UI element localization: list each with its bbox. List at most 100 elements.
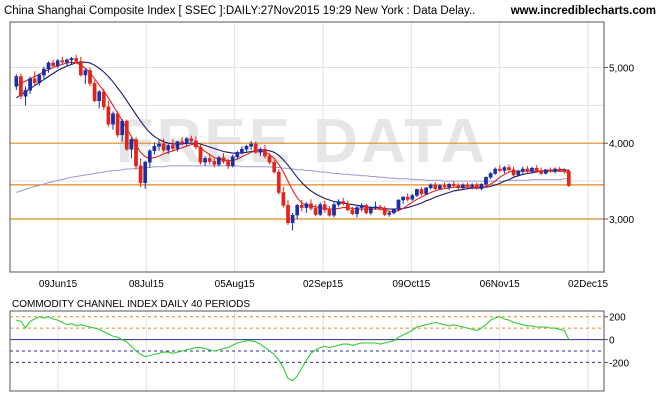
candle-body-up bbox=[336, 201, 341, 205]
candle-body-down bbox=[226, 161, 230, 167]
candle-body-down bbox=[534, 167, 539, 171]
candle-body-down bbox=[350, 209, 355, 214]
date-tick-label: 09Jun15 bbox=[39, 279, 78, 290]
candle-body-down bbox=[19, 76, 23, 97]
candle-body-up bbox=[143, 161, 148, 183]
candle-body-down bbox=[161, 143, 166, 151]
candle-body-up bbox=[502, 167, 507, 171]
candle-body-up bbox=[520, 168, 525, 172]
candle-body-down bbox=[378, 206, 382, 209]
price-tick-label: 5,000 bbox=[609, 63, 634, 74]
candle-body-up bbox=[157, 143, 161, 147]
candle-body-up bbox=[97, 91, 102, 102]
date-tick-label: 02Sep15 bbox=[303, 279, 343, 290]
candle-body-down bbox=[557, 168, 562, 171]
candle-body-up bbox=[396, 199, 401, 210]
date-tick-label: 06Nov15 bbox=[480, 279, 520, 290]
candle-body-up bbox=[543, 169, 548, 174]
candle-body-up bbox=[65, 59, 69, 63]
candle-body-down bbox=[263, 149, 267, 157]
price-tick-label: 4,000 bbox=[609, 139, 634, 150]
price-tick-label: 3,000 bbox=[609, 215, 634, 226]
candle-body-up bbox=[424, 187, 428, 195]
candle-body-up bbox=[42, 68, 46, 76]
date-tick-label: 05Aug15 bbox=[215, 279, 255, 290]
candle-body-down bbox=[32, 78, 37, 83]
candle-body-up bbox=[55, 60, 60, 67]
candle-body-down bbox=[497, 168, 502, 171]
candle-body-down bbox=[253, 143, 258, 153]
candle-body-up bbox=[46, 62, 51, 70]
candle-body-down bbox=[267, 155, 272, 163]
candle-body-up bbox=[484, 177, 488, 185]
candle-body-down bbox=[364, 205, 369, 214]
candle-body-up bbox=[249, 143, 253, 147]
candle-body-down bbox=[212, 161, 217, 165]
candle-body-down bbox=[451, 183, 456, 186]
candle-body-up bbox=[111, 113, 115, 125]
candle-body-up bbox=[290, 214, 295, 224]
candle-body-down bbox=[78, 61, 83, 76]
candle-body-down bbox=[92, 83, 97, 102]
candle-body-up bbox=[530, 167, 534, 172]
candle-body-down bbox=[456, 185, 461, 189]
chart-title: China Shanghai Composite Index [ SSEC ]:… bbox=[4, 5, 475, 17]
candle-body-down bbox=[327, 209, 332, 216]
candle-body-down bbox=[194, 140, 198, 148]
candle-body-up bbox=[359, 205, 364, 208]
candle-body-up bbox=[235, 152, 240, 158]
candle-body-down bbox=[341, 201, 346, 205]
candle-body-up bbox=[240, 149, 244, 153]
candle-body-up bbox=[295, 205, 300, 216]
candle-body-down bbox=[286, 205, 290, 223]
candle-body-up bbox=[166, 145, 171, 151]
candle-body-down bbox=[101, 91, 106, 108]
candle-body-up bbox=[152, 145, 157, 151]
candle-body-down bbox=[345, 203, 350, 211]
candle-body-up bbox=[258, 149, 263, 153]
candle-body-up bbox=[217, 157, 221, 165]
candle-body-up bbox=[175, 141, 180, 149]
candle-body-up bbox=[203, 158, 207, 163]
date-tick-label: 02Dec15 bbox=[568, 279, 608, 290]
candle-body-down bbox=[189, 138, 194, 142]
candle-body-down bbox=[442, 185, 447, 188]
candle-body-up bbox=[184, 138, 189, 144]
candle-body-up bbox=[129, 139, 134, 150]
candle-body-down bbox=[51, 62, 55, 67]
cci-tick-label: 0 bbox=[609, 336, 615, 347]
candle-body-up bbox=[318, 204, 323, 215]
candle-body-up bbox=[493, 168, 498, 174]
candle-body-down bbox=[566, 170, 571, 186]
candle-body-up bbox=[461, 184, 465, 189]
candle-body-down bbox=[539, 170, 544, 174]
candle-body-up bbox=[83, 70, 88, 76]
candle-body-down bbox=[419, 189, 424, 195]
candle-body-down bbox=[299, 205, 304, 208]
candle-body-down bbox=[382, 208, 387, 215]
candle-body-up bbox=[332, 204, 336, 216]
candle-body-up bbox=[304, 203, 309, 208]
candle-body-up bbox=[244, 145, 249, 150]
candle-body-up bbox=[368, 207, 373, 214]
candle-body-up bbox=[438, 185, 442, 189]
candle-body-down bbox=[138, 165, 143, 183]
candle-body-down bbox=[309, 203, 313, 209]
candle-body-up bbox=[428, 184, 433, 189]
date-tick-label: 08Jul15 bbox=[129, 279, 164, 290]
candle-body-down bbox=[106, 106, 111, 125]
candle-body-up bbox=[516, 170, 521, 176]
candle-body-up bbox=[415, 189, 419, 196]
candle-body-up bbox=[470, 184, 475, 187]
candle-body-up bbox=[69, 58, 74, 61]
candle-body-down bbox=[433, 184, 438, 189]
candle-body-down bbox=[405, 196, 410, 200]
candle-body-down bbox=[276, 171, 281, 193]
cci-title: COMMODITY CHANNEL INDEX DAILY 40 PERIODS bbox=[12, 299, 250, 310]
candle-body-down bbox=[525, 168, 530, 172]
candle-body-up bbox=[447, 183, 451, 188]
cci-tick-label: 200 bbox=[609, 313, 626, 324]
candle-body-down bbox=[180, 141, 184, 144]
candle-body-up bbox=[373, 206, 378, 209]
candle-body-down bbox=[474, 184, 479, 189]
